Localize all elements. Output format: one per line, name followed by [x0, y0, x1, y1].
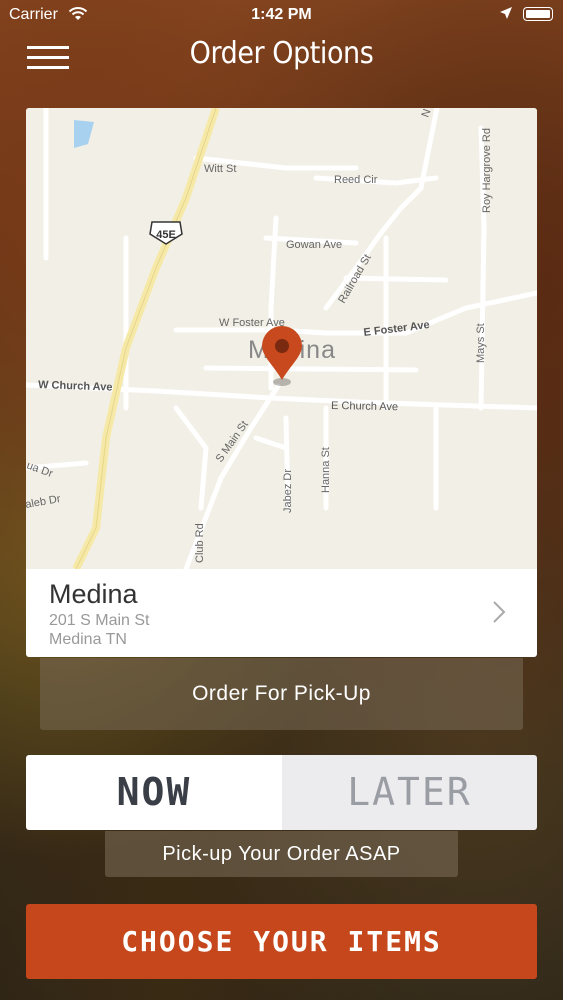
battery-icon [523, 7, 553, 21]
timing-toggle: NOW LATER [26, 755, 537, 830]
street-hanna: Hanna St [320, 447, 332, 493]
location-name: Medina [49, 579, 138, 609]
location-address-line2: Medina TN [49, 631, 127, 648]
status-time: 1:42 PM [251, 6, 312, 23]
now-option[interactable]: NOW [26, 755, 282, 830]
location-arrow-icon [500, 7, 512, 19]
location-address-line1: 201 S Main St [49, 612, 150, 629]
street-club: Club Rd [194, 523, 206, 563]
street-mays: Mays St [475, 323, 487, 363]
timing-description: Pick-up Your Order ASAP [105, 831, 458, 877]
street-gowan: Gowan Ave [286, 239, 342, 251]
street-w-foster: W Foster Ave [219, 317, 285, 329]
later-option[interactable]: LATER [282, 755, 537, 830]
street-jabez: Jabez Dr [282, 469, 294, 513]
street-e-church: E Church Ave [331, 400, 398, 413]
street-roy: Roy Hargrove Rd [481, 128, 493, 213]
street-witt: Witt St [204, 163, 236, 175]
choose-items-button[interactable]: CHOOSE YOUR ITEMS [26, 904, 537, 979]
order-type-label: Order For Pick-Up [40, 658, 523, 730]
nav-bar: Order Options [0, 30, 563, 80]
street-reed: Reed Cir [334, 174, 378, 186]
location-card: 45E Witt St Reed Cir Gowan Ave Railroad … [26, 108, 537, 657]
highway-shield-label: 45E [156, 229, 176, 241]
page-title: Order Options [189, 36, 374, 71]
chevron-right-icon[interactable] [489, 597, 509, 627]
location-row[interactable]: Medina 201 S Main St Medina TN [26, 569, 537, 657]
status-bar: Carrier 1:42 PM [0, 0, 563, 30]
map-view[interactable]: 45E Witt St Reed Cir Gowan Ave Railroad … [26, 108, 537, 569]
